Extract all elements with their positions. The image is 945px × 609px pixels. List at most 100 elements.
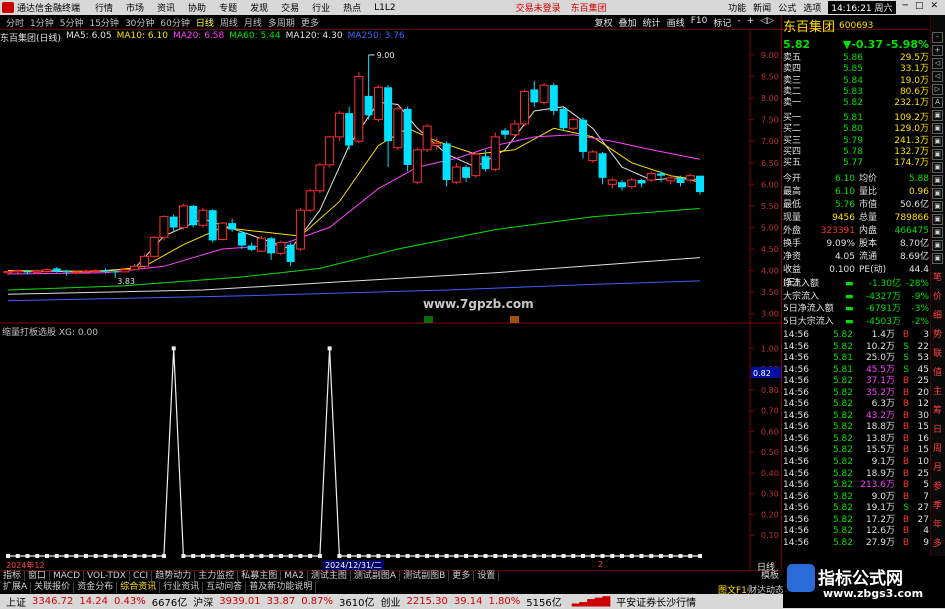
period-5min[interactable]: 5分钟 bbox=[60, 16, 84, 29]
menu-gongneng[interactable]: 功能 bbox=[728, 1, 746, 14]
buy-row[interactable]: 买五 5.77 174.7万 bbox=[783, 158, 929, 169]
menu-zhuanti[interactable]: 专题 bbox=[219, 1, 237, 14]
strip-button-icon[interactable]: ◁ bbox=[932, 58, 943, 69]
buy-row[interactable]: 买三 5.79 241.3万 bbox=[783, 136, 929, 147]
strip-tab-label[interactable]: 主 bbox=[933, 384, 942, 397]
candlestick-chart[interactable]: 9.00 8.50 8.00 7.50 7.00 6.50 6.00 5.50 5.00 4.50… bbox=[0, 30, 781, 324]
strip-button-icon[interactable]: ▣ bbox=[932, 136, 943, 147]
strip-button-icon[interactable]: ▷ bbox=[932, 84, 943, 95]
formula-tab[interactable]: 主力监控 bbox=[195, 571, 239, 581]
strip-button-icon[interactable]: ▣ bbox=[932, 227, 943, 238]
formula-tab[interactable]: 设置 bbox=[474, 571, 500, 581]
strip-button-icon[interactable]: ▣ bbox=[932, 110, 943, 121]
menu-redian[interactable]: 热点 bbox=[343, 1, 361, 14]
formula-tab[interactable]: 窗口 bbox=[25, 571, 51, 581]
index-hs-name[interactable]: 沪深 bbox=[193, 594, 213, 609]
strip-button-icon[interactable]: ▣ bbox=[932, 201, 943, 212]
index-sh-name[interactable]: 上证 bbox=[6, 594, 26, 609]
formula-tab[interactable]: 测试副图A bbox=[351, 571, 401, 581]
strip-button-icon[interactable]: ▣ bbox=[932, 240, 943, 251]
f10-button[interactable]: F10 bbox=[691, 16, 708, 29]
strip-button-icon[interactable]: ▣ bbox=[932, 214, 943, 225]
strip-tab-label[interactable]: 参 bbox=[933, 479, 942, 492]
info-tab[interactable]: 扩展A bbox=[0, 582, 32, 593]
strip-button-icon[interactable]: ▣ bbox=[932, 162, 943, 173]
buy-row[interactable]: 买二 5.80 129.0万 bbox=[783, 124, 929, 135]
formula-tab[interactable]: VOL-TDX bbox=[84, 571, 130, 581]
strip-button-icon[interactable]: ▣ bbox=[932, 175, 943, 186]
menu-shichang[interactable]: 市场 bbox=[126, 1, 144, 14]
formula-tab[interactable]: CCI bbox=[130, 571, 153, 581]
formula-tab[interactable]: MA2 bbox=[281, 571, 308, 581]
login-status[interactable]: 交易未登录 bbox=[516, 1, 561, 14]
formula-tab[interactable]: 指标 bbox=[0, 571, 26, 581]
strip-tab-label[interactable]: 日 bbox=[933, 422, 942, 435]
menu-faxian[interactable]: 发现 bbox=[250, 1, 268, 14]
strip-tab-label[interactable]: 价 bbox=[933, 289, 942, 302]
indicator-chart[interactable]: 1.000.900.800.700.600.500.400.300.200.10… bbox=[0, 324, 781, 570]
menu-jiaoyi[interactable]: 交易 bbox=[281, 1, 299, 14]
period-30min[interactable]: 30分钟 bbox=[125, 16, 154, 29]
strip-tab-label[interactable]: 多 bbox=[933, 536, 942, 549]
info-tab[interactable]: 互动问答 bbox=[203, 582, 247, 593]
strip-button-icon[interactable]: A bbox=[932, 97, 943, 108]
period-fenshi[interactable]: 分时 bbox=[6, 16, 24, 29]
strip-tab-label[interactable]: 细 bbox=[933, 308, 942, 321]
zoom-out-button[interactable]: - bbox=[737, 16, 740, 29]
sell-row[interactable]: 卖一 5.82 232.1万 bbox=[783, 98, 929, 109]
menu-gongshi[interactable]: 公式 bbox=[778, 1, 796, 14]
strip-button-icon[interactable]: - bbox=[932, 32, 943, 43]
buy-row[interactable]: 买四 5.78 132.7万 bbox=[783, 147, 929, 158]
strip-tab-label[interactable]: 年 bbox=[933, 517, 942, 530]
strip-button-icon[interactable]: ▣ bbox=[932, 149, 943, 160]
period-monthly[interactable]: 月线 bbox=[244, 16, 262, 29]
strip-button-icon[interactable]: ▣ bbox=[932, 123, 943, 134]
draw-button[interactable]: 画线 bbox=[667, 16, 685, 29]
menu-xiezhu[interactable]: 协助 bbox=[188, 1, 206, 14]
fuquan-button[interactable]: 复权 bbox=[595, 16, 613, 29]
info-tab[interactable]: 资金分布 bbox=[74, 582, 118, 593]
info-tab[interactable]: 关联报价 bbox=[31, 582, 75, 593]
strip-tab-label[interactable]: 季 bbox=[933, 498, 942, 511]
formula-tab[interactable]: 测试主图 bbox=[308, 571, 351, 581]
info-tab[interactable]: 综合资讯 bbox=[117, 582, 161, 593]
info-tab[interactable]: 行业资讯 bbox=[160, 582, 204, 593]
period-1min[interactable]: 1分钟 bbox=[30, 16, 54, 29]
menu-hangqing[interactable]: 行情 bbox=[95, 1, 113, 14]
strip-button-icon[interactable]: + bbox=[932, 45, 943, 56]
minimize-icon[interactable]: ─ bbox=[903, 1, 908, 14]
sell-row[interactable]: 卖二 5.83 80.6万 bbox=[783, 87, 929, 98]
period-multi[interactable]: 多周期 bbox=[268, 16, 295, 29]
strip-tab-label[interactable]: 值 bbox=[933, 365, 942, 378]
period-weekly[interactable]: 周线 bbox=[220, 16, 238, 29]
strip-button-icon[interactable]: ▣ bbox=[932, 253, 943, 264]
stats-button[interactable]: 统计 bbox=[643, 16, 661, 29]
menu-xuanxiang[interactable]: 选项 bbox=[803, 1, 821, 14]
strip-tab-label[interactable]: 联 bbox=[933, 346, 942, 359]
buy-row[interactable]: 买一 5.81 109.2万 bbox=[783, 113, 929, 124]
strip-tab-label[interactable]: 月 bbox=[933, 460, 942, 473]
menu-l1l2[interactable]: L1L2 bbox=[374, 3, 395, 13]
overlay-button[interactable]: 叠加 bbox=[619, 16, 637, 29]
strip-tab-label[interactable]: 笔 bbox=[933, 270, 942, 283]
strip-tab-label[interactable]: 筹 bbox=[933, 403, 942, 416]
strip-button-icon[interactable]: ◁ bbox=[932, 71, 943, 82]
zoom-in-button[interactable]: + bbox=[747, 16, 755, 29]
formula-tab[interactable]: 测试副图B bbox=[400, 571, 450, 581]
formula-tab[interactable]: 趋势动力 bbox=[152, 571, 196, 581]
strip-tab-label[interactable]: 势 bbox=[933, 327, 942, 340]
period-60min[interactable]: 60分钟 bbox=[160, 16, 189, 29]
sell-row[interactable]: 卖三 5.84 19.0万 bbox=[783, 76, 929, 87]
maximize-icon[interactable]: □ bbox=[915, 1, 924, 14]
close-icon[interactable]: ✕ bbox=[930, 1, 938, 14]
index-cy-name[interactable]: 创业 bbox=[380, 594, 400, 609]
mark-button[interactable]: 标记 bbox=[713, 16, 731, 29]
tick-list[interactable]: 14:56 5.82 1.4万 B 3 14:56 5.82 10.2万 S 22 14:56 5.8… bbox=[783, 330, 929, 549]
strip-button-icon[interactable]: ▣ bbox=[932, 188, 943, 199]
menu-hangye[interactable]: 行业 bbox=[312, 1, 330, 14]
sell-row[interactable]: 卖四 5.85 33.1万 bbox=[783, 64, 929, 75]
sell-row[interactable]: 卖五 5.86 29.5万 bbox=[783, 53, 929, 64]
period-15min[interactable]: 15分钟 bbox=[89, 16, 118, 29]
strip-tab-label[interactable]: 周 bbox=[933, 441, 942, 454]
period-daily[interactable]: 日线 bbox=[196, 16, 214, 29]
